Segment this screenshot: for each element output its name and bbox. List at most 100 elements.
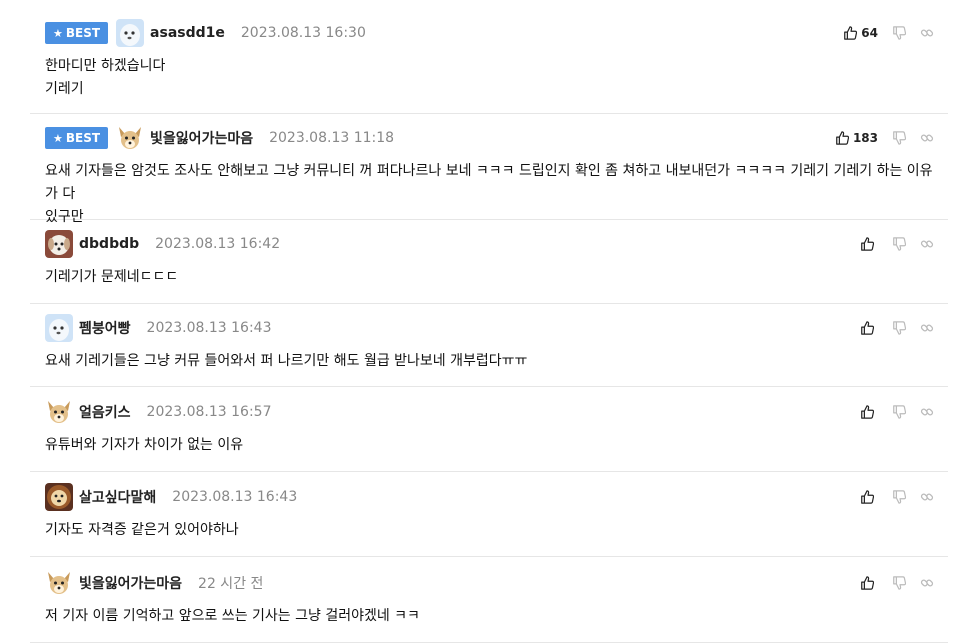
dislike-button[interactable]	[892, 490, 906, 504]
like-button[interactable]	[860, 576, 878, 590]
link-icon	[920, 324, 934, 332]
dislike-button[interactable]	[892, 576, 906, 590]
best-label: BEST	[65, 131, 101, 145]
nickname[interactable]: 얼음키스	[79, 402, 131, 422]
comment-item: 얼음키스 2023.08.13 16:57 유튜버와 기자가 차이가 없는 이유	[30, 397, 948, 472]
comment-actions	[860, 229, 934, 259]
like-button[interactable]	[860, 490, 878, 504]
comment-line: 한마디만 하겠습니다	[45, 58, 166, 74]
thumbs-down-icon	[893, 26, 906, 40]
comment-body: 한마디만 하겠습니다 기레기	[45, 55, 935, 101]
dislike-button[interactable]	[892, 237, 906, 251]
nickname[interactable]: 빛을잃어가는마음	[150, 128, 253, 148]
nickname[interactable]: dbdbdb	[79, 236, 139, 252]
comment-item: ★ BEST asasdd1e 2023.08.13 16:30 64 한마디만 …	[30, 18, 948, 114]
link-icon	[920, 29, 934, 37]
timestamp: 2023.08.13 16:30	[240, 25, 366, 41]
thumbs-down-icon	[893, 490, 906, 504]
thumbs-up-icon	[861, 405, 874, 419]
nickname[interactable]: 펨붕어빵	[79, 318, 131, 338]
avatar[interactable]	[45, 398, 73, 426]
thumbs-down-icon	[893, 131, 906, 145]
link-icon	[920, 579, 934, 587]
timestamp: 2023.08.13 16:43	[172, 489, 298, 505]
timestamp: 2023.08.13 16:57	[146, 404, 272, 420]
share-button[interactable]	[920, 490, 934, 504]
thumbs-up-icon	[844, 26, 858, 40]
comment-line: 기자도 자격증 같은거 있어야하나	[45, 522, 239, 538]
star-icon: ★	[53, 26, 63, 40]
comment-actions: 183	[835, 123, 934, 153]
comment-item: 빛을잃어가는마음 22 시간 전 저 기자 이름 기억하고 앞으로 쓰는 기사는…	[30, 568, 948, 643]
like-button[interactable]	[860, 321, 878, 335]
share-button[interactable]	[920, 576, 934, 590]
comment-body: 저 기자 이름 기억하고 앞으로 쓰는 기사는 그냥 걸러야겠네 ㅋㅋ	[45, 605, 935, 628]
avatar[interactable]	[45, 483, 73, 511]
avatar[interactable]	[116, 19, 145, 47]
comment-item: 펨붕어빵 2023.08.13 16:43 요새 기레기들은 그냥 커뮤 들어와…	[30, 313, 948, 387]
timestamp: 22 시간 전	[198, 576, 264, 592]
avatar[interactable]	[116, 124, 145, 152]
like-count: 64	[861, 26, 878, 40]
comment-actions	[860, 313, 934, 343]
comment-meta: ★ BEST 빛을잃어가는마음 2023.08.13 11:18	[45, 123, 394, 153]
timestamp: 2023.08.13 16:42	[155, 236, 281, 252]
nickname[interactable]: 살고싶다말해	[79, 487, 156, 507]
link-icon	[920, 408, 934, 416]
link-icon	[920, 134, 934, 142]
comment-line: 기레기가 문제네ㄷㄷㄷ	[45, 269, 179, 285]
star-icon: ★	[53, 131, 63, 145]
avatar[interactable]	[45, 314, 73, 342]
comment-body: 기자도 자격증 같은거 있어야하나	[45, 519, 935, 542]
link-icon	[920, 493, 934, 501]
timestamp: 2023.08.13 16:43	[146, 320, 272, 336]
link-icon	[920, 240, 934, 248]
nickname[interactable]: asasdd1e	[150, 25, 225, 41]
comment-line: 요새 기레기들은 그냥 커뮤 들어와서 퍼 나르기만 해도 월급 받나보네 개부…	[45, 353, 528, 369]
nickname[interactable]: 빛을잃어가는마음	[79, 573, 182, 593]
comment-line: 저 기자 이름 기억하고 앞으로 쓰는 기사는 그냥 걸러야겠네 ㅋㅋ	[45, 608, 420, 624]
thumbs-up-icon	[861, 490, 874, 504]
thumbs-down-icon	[893, 321, 906, 335]
comment-item: 살고싶다말해 2023.08.13 16:43 기자도 자격증 같은거 있어야하…	[30, 482, 948, 557]
like-count: 183	[852, 131, 878, 145]
dislike-button[interactable]	[892, 131, 906, 145]
comment-meta: dbdbdb 2023.08.13 16:42	[45, 229, 280, 259]
comment-meta: 얼음키스 2023.08.13 16:57	[45, 397, 272, 427]
dislike-button[interactable]	[892, 321, 906, 335]
best-label: BEST	[65, 26, 101, 40]
share-button[interactable]	[920, 26, 934, 40]
comment-item: ★ BEST 빛을잃어가는마음 2023.08.13 11:18 183 요새 기…	[30, 123, 948, 225]
thumbs-up-icon	[861, 576, 874, 590]
comment-actions	[860, 397, 934, 427]
comment-meta: 빛을잃어가는마음 22 시간 전	[45, 568, 263, 598]
like-button[interactable]: 64	[843, 26, 878, 40]
dislike-button[interactable]	[892, 26, 906, 40]
comment-actions: 64	[843, 18, 934, 48]
comment-body: 요새 기자들은 암것도 조사도 안해보고 그냥 커뮤니티 꺼 퍼다나르나 보네 …	[45, 160, 935, 229]
comment-actions	[860, 568, 934, 598]
thumbs-down-icon	[893, 237, 906, 251]
comment-line: 요새 기자들은 암것도 조사도 안해보고 그냥 커뮤니티 꺼 퍼다나르나 보네 …	[45, 163, 933, 202]
thumbs-up-icon	[836, 131, 849, 145]
avatar[interactable]	[45, 230, 73, 258]
like-button[interactable]: 183	[835, 131, 878, 145]
best-badge: ★ BEST	[45, 22, 109, 44]
thumbs-down-icon	[893, 576, 906, 590]
timestamp: 2023.08.13 11:18	[269, 130, 395, 146]
share-button[interactable]	[920, 321, 934, 335]
dislike-button[interactable]	[892, 405, 906, 419]
like-button[interactable]	[860, 405, 878, 419]
thumbs-up-icon	[861, 321, 874, 335]
comment-meta: 살고싶다말해 2023.08.13 16:43	[45, 482, 297, 512]
share-button[interactable]	[920, 237, 934, 251]
like-button[interactable]	[860, 237, 878, 251]
comment-line: 있구만	[45, 209, 84, 225]
comment-body: 유튜버와 기자가 차이가 없는 이유	[45, 434, 935, 457]
avatar[interactable]	[45, 569, 73, 597]
share-button[interactable]	[920, 131, 934, 145]
thumbs-up-icon	[861, 237, 874, 251]
share-button[interactable]	[920, 405, 934, 419]
comment-line: 유튜버와 기자가 차이가 없는 이유	[45, 437, 244, 453]
comment-body: 요새 기레기들은 그냥 커뮤 들어와서 퍼 나르기만 해도 월급 받나보네 개부…	[45, 350, 935, 373]
